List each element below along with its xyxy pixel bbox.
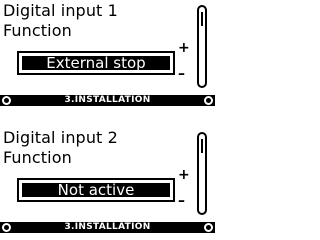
- plus-icon[interactable]: +: [178, 168, 190, 182]
- ok-icon[interactable]: [204, 96, 213, 105]
- scrollbar[interactable]: [197, 132, 207, 215]
- plus-icon[interactable]: +: [178, 41, 190, 55]
- function-value-field[interactable]: External stop: [17, 51, 175, 75]
- scrollbar[interactable]: [197, 5, 207, 88]
- screen-title: Digital input 2: [3, 128, 118, 147]
- menu-footer-label: 3.INSTALLATION: [64, 222, 151, 232]
- minus-icon[interactable]: –: [178, 194, 185, 208]
- screen-title: Digital input 1: [3, 1, 118, 20]
- function-value: External stop: [22, 56, 170, 71]
- display-screen-1: Digital input 1 Function External stop +…: [0, 0, 215, 108]
- screen-subtitle: Function: [3, 21, 72, 40]
- minus-icon[interactable]: –: [178, 67, 185, 81]
- menu-footer-bar: 3.INSTALLATION: [0, 95, 215, 106]
- ok-icon[interactable]: [204, 223, 213, 232]
- screen-subtitle: Function: [3, 148, 72, 167]
- display-screen-2: Digital input 2 Function Not active + – …: [0, 127, 215, 235]
- scroll-thumb[interactable]: [201, 12, 203, 26]
- menu-footer-bar: 3.INSTALLATION: [0, 222, 215, 233]
- menu-footer-label: 3.INSTALLATION: [64, 95, 151, 105]
- function-value-field[interactable]: Not active: [17, 178, 175, 202]
- scroll-thumb[interactable]: [201, 139, 203, 153]
- function-value: Not active: [22, 183, 170, 198]
